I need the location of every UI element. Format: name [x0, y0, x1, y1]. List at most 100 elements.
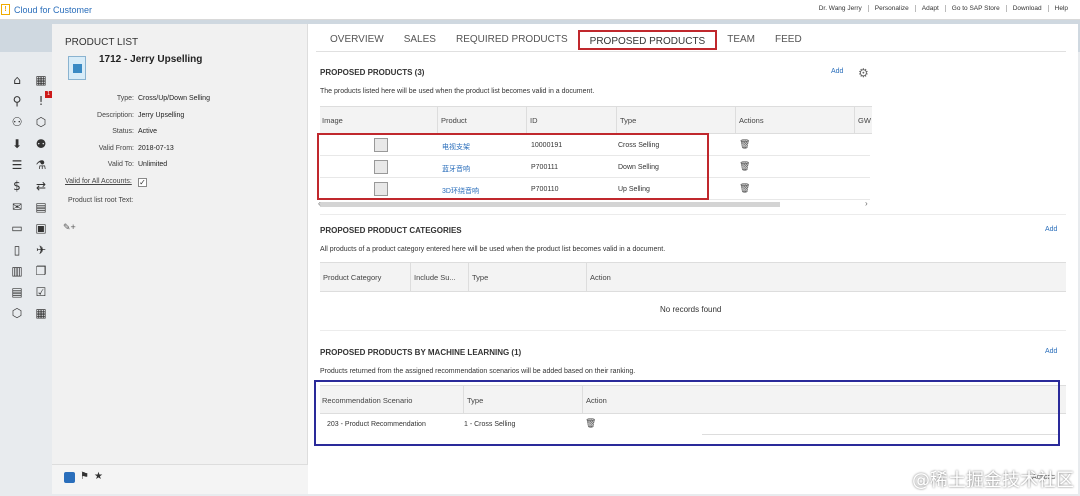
col-product-category: Product Category [323, 273, 382, 282]
col-category-action: Action [590, 273, 611, 282]
add-proposed-product-button[interactable]: Add [831, 68, 843, 75]
download-icon[interactable]: ⬇ [10, 137, 24, 151]
table-icon[interactable]: ▤ [34, 200, 48, 214]
sap-store-link[interactable]: Go to SAP Store [944, 5, 1006, 12]
tab-required-products[interactable]: REQUIRED PRODUCTS [446, 30, 578, 50]
categories-title: PROPOSED PRODUCT CATEGORIES [320, 226, 462, 235]
col-id: ID [530, 116, 538, 125]
product-list-header-panel [52, 24, 308, 464]
download-link[interactable]: Download [1005, 5, 1048, 12]
search-icon[interactable]: ⚲ [10, 94, 24, 108]
analytics-icon[interactable]: ⚗ [34, 158, 48, 172]
col-separator [410, 262, 411, 292]
type-value: Cross/Up/Down Selling [138, 95, 210, 102]
valid-from-value: 2018-07-13 [138, 145, 174, 152]
left-panel-footer [52, 464, 308, 494]
rss-icon[interactable] [64, 472, 75, 483]
device-icon[interactable]: ▯ [10, 243, 24, 257]
description-value: Jerry Upselling [138, 112, 185, 119]
no-records-text: No records found [660, 305, 722, 314]
proposed-products-description: The products listed here will be used wh… [320, 88, 595, 95]
type-label: Type: [116, 95, 134, 102]
valid-all-accounts-label: Valid for All Accounts: [65, 178, 132, 185]
col-include-sub: Include Su... [414, 273, 456, 282]
valid-all-accounts-checkbox[interactable]: ✓ [138, 178, 147, 187]
col-product: Product [441, 116, 467, 125]
root-text-label: Product list root Text: [68, 197, 134, 204]
tab-feed[interactable]: FEED [765, 30, 812, 50]
section-divider [320, 214, 1066, 215]
proposed-products-title: PROPOSED PRODUCTS (3) [320, 68, 425, 77]
report-icon[interactable]: ▥ [10, 264, 24, 278]
col-type: Type [620, 116, 637, 125]
scroll-left-icon[interactable]: ‹ [318, 199, 321, 208]
description-label: Description: [97, 112, 134, 119]
tab-underline [316, 51, 1066, 52]
delete-icon[interactable]: 🗑 [739, 140, 750, 150]
checklist-icon[interactable]: ☑ [34, 285, 48, 299]
app-logo-icon: ! [1, 4, 10, 15]
box-icon[interactable]: ⬡ [34, 115, 48, 129]
help-link[interactable]: Help [1047, 5, 1074, 12]
alert-icon[interactable]: ! [34, 94, 48, 108]
tablet-icon[interactable]: ▭ [10, 221, 24, 235]
product-list-heading: PRODUCT LIST [65, 37, 139, 48]
col-actions: Actions [739, 116, 764, 125]
valid-from-label: Valid From: [98, 145, 134, 152]
org-icon[interactable]: ⚇ [10, 115, 24, 129]
section-divider [320, 330, 1066, 331]
watermark-text: @稀土掘金技术社区 [912, 470, 1074, 491]
transfer-icon[interactable]: ⇄ [34, 179, 48, 193]
calendar-icon[interactable]: ▦ [34, 73, 48, 87]
doc-dollar-icon[interactable]: ▣ [34, 221, 48, 235]
flag-icon[interactable]: ⚑ [80, 471, 89, 482]
col-separator [437, 106, 438, 134]
add-ml-button[interactable]: Add [1045, 348, 1057, 355]
valid-to-label: Valid To: [107, 161, 134, 168]
tab-proposed-products[interactable]: PROPOSED PRODUCTS [577, 30, 718, 50]
col-separator [468, 262, 469, 292]
categories-description: All products of a product category enter… [320, 246, 666, 253]
col-separator [616, 106, 617, 134]
tab-sales[interactable]: SALES [394, 30, 446, 50]
ml-description: Products returned from the assigned reco… [320, 368, 636, 375]
person-icon[interactable]: ⚉ [34, 137, 48, 151]
product-list-name: 1712 - Jerry Upselling [99, 54, 203, 65]
adapt-link[interactable]: Adapt [914, 5, 945, 12]
settings-gear-icon[interactable]: ⚙ [858, 66, 869, 80]
cube-icon[interactable]: ⬡ [10, 306, 24, 320]
home-icon[interactable]: ⌂ [10, 73, 24, 87]
add-category-button[interactable]: Add [1045, 226, 1057, 233]
tab-team[interactable]: TEAM [717, 30, 765, 50]
proposed-products-header [320, 106, 872, 134]
tags-add-icon[interactable]: ✎+ [63, 222, 76, 233]
user-menu-link[interactable]: Dr. Wang Jerry [813, 5, 868, 12]
highlight-red-products [317, 133, 709, 200]
star-icon[interactable]: ★ [94, 471, 103, 482]
col-separator [526, 106, 527, 134]
chat-icon[interactable]: ✉ [10, 200, 24, 214]
app-title[interactable]: Cloud for Customer [14, 5, 92, 15]
tab-overview[interactable]: OVERVIEW [320, 30, 394, 50]
top-bar: ! Cloud for Customer Dr. Wang Jerry Pers… [0, 0, 1080, 20]
top-links: Dr. Wang Jerry Personalize Adapt Go to S… [813, 5, 1074, 12]
delete-icon[interactable]: 🗑 [739, 184, 750, 194]
list-icon[interactable]: ☰ [10, 158, 24, 172]
status-value: Active [138, 128, 158, 135]
scroll-right-icon[interactable]: › [865, 199, 868, 208]
valid-to-value: Unlimited [138, 161, 168, 168]
col-image: Image [322, 116, 343, 125]
form-icon[interactable]: ▤ [10, 285, 24, 299]
col-separator [735, 106, 736, 134]
status-label: Status: [112, 128, 134, 135]
delete-icon[interactable]: 🗑 [739, 162, 750, 172]
personalize-link[interactable]: Personalize [867, 5, 915, 12]
col-category-type: Type [472, 273, 489, 282]
map-icon[interactable]: ✈ [34, 243, 48, 257]
notes-icon[interactable]: ▦ [34, 306, 48, 320]
horizontal-scrollbar[interactable] [320, 202, 780, 207]
ml-title: PROPOSED PRODUCTS BY MACHINE LEARNING (1… [320, 348, 522, 357]
dollar-icon[interactable]: $ [10, 179, 24, 193]
copy-icon[interactable]: ❐ [34, 264, 48, 278]
col-separator [586, 262, 587, 292]
